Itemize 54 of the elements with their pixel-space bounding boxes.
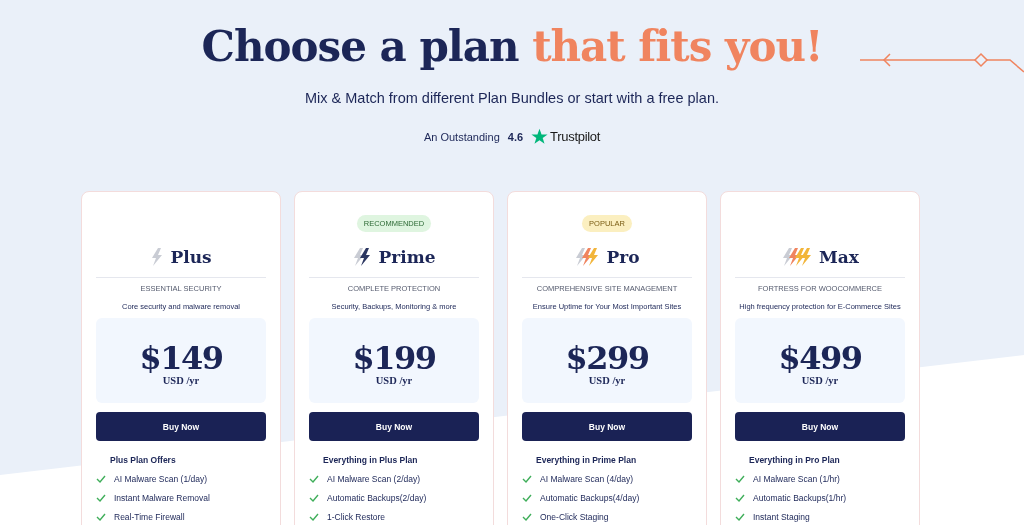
check-icon [735, 475, 745, 483]
rating-score: 4.6 [507, 130, 524, 143]
price: $199 [352, 341, 436, 375]
check-icon [735, 494, 745, 502]
feature-item: One-Click Staging [540, 512, 609, 522]
billing-period: USD /yr [801, 375, 839, 386]
check-icon [96, 513, 106, 521]
feature-item: Real-Time Firewall [114, 512, 185, 522]
lightning-icon [781, 247, 813, 267]
buy-now-button[interactable]: Buy Now [735, 412, 905, 441]
check-icon [309, 513, 319, 521]
billing-period: USD /yr [375, 375, 413, 386]
buy-now-button[interactable]: Buy Now [522, 412, 692, 441]
features-heading: Everything in Pro Plan [749, 455, 841, 465]
check-icon [522, 513, 532, 521]
plan-name: Max [819, 247, 859, 267]
plan-name: Prime [378, 247, 436, 267]
buy-now-button[interactable]: Buy Now [309, 412, 479, 441]
feature-item: Instant Staging [753, 512, 810, 522]
features-heading: Everything in Prime Plan [536, 455, 638, 465]
check-icon [522, 475, 532, 483]
feature-item: Automatic Backups(1/hr) [753, 493, 847, 503]
features-heading: Plus Plan Offers [110, 455, 177, 465]
feature-item: Automatic Backups(4/day) [540, 493, 640, 503]
feature-item: AI Malware Scan (1/day) [114, 474, 208, 484]
buy-now-button[interactable]: Buy Now [96, 412, 266, 441]
check-icon [96, 475, 106, 483]
check-icon [309, 475, 319, 483]
page-title: Choose a plan that fits you! [201, 21, 823, 73]
price: $299 [565, 341, 649, 375]
features-heading: Everything in Plus Plan [323, 455, 419, 465]
price: $149 [139, 341, 223, 375]
feature-item: Instant Malware Removal [114, 493, 210, 503]
rating-brand: Trustpilot [550, 129, 601, 144]
rating-label: An Outstanding [423, 130, 500, 143]
check-icon [735, 513, 745, 521]
lightning-icon [574, 247, 601, 267]
price: $499 [778, 341, 862, 375]
star-icon [531, 128, 549, 145]
check-icon [309, 494, 319, 502]
check-icon [522, 494, 532, 502]
feature-item: AI Malware Scan (4/day) [540, 474, 634, 484]
feature-item: 1-Click Restore [327, 512, 386, 522]
page-subtitle: Mix & Match from different Plan Bundles or start with a free plan. [305, 90, 719, 106]
feature-item: AI Malware Scan (2/day) [327, 474, 421, 484]
plan-name: Plus [170, 247, 212, 267]
check-icon [96, 494, 106, 502]
lightning-icon [352, 247, 373, 267]
billing-period: USD /yr [162, 375, 200, 386]
feature-item: Automatic Backups(2/day) [327, 493, 427, 503]
lightning-icon [150, 247, 165, 267]
plan-name: Pro [606, 247, 640, 267]
billing-period: USD /yr [588, 375, 626, 386]
feature-item: AI Malware Scan (1/hr) [753, 474, 840, 484]
